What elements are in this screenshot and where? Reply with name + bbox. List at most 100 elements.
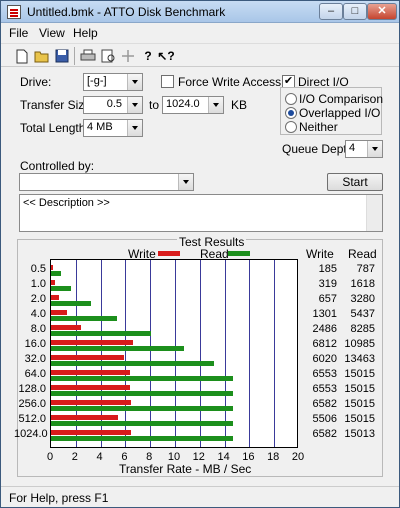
- read-value: 8285: [350, 322, 375, 335]
- toolbar: ? ↖?: [1, 43, 399, 67]
- read-bar: [51, 270, 61, 276]
- transfer-from-value: 0.5: [106, 98, 122, 110]
- chevron-down-icon: [127, 120, 142, 136]
- force-write-label: Force Write Access: [178, 75, 282, 89]
- minimize-button[interactable]: –: [319, 3, 343, 20]
- read-value: 787: [356, 262, 375, 275]
- radio-neither-label: Neither: [299, 120, 338, 134]
- kb-label: KB: [231, 98, 248, 112]
- total-length-select[interactable]: 4 MB: [83, 119, 143, 137]
- chevron-down-icon: [208, 97, 223, 113]
- description-textarea[interactable]: << Description >>: [19, 194, 383, 232]
- write-bar: [51, 324, 82, 330]
- y-tick-label: 256.0: [18, 397, 46, 410]
- read-value: 15015: [344, 382, 375, 395]
- chevron-down-icon: [127, 97, 142, 113]
- drive-label: Drive:: [20, 75, 52, 89]
- drive-select[interactable]: [-g-]: [83, 73, 143, 91]
- legend-write-swatch: [158, 251, 180, 256]
- move-icon[interactable]: [119, 47, 137, 65]
- y-tick-label: 1024.0: [14, 427, 48, 440]
- write-value: 319: [318, 277, 337, 290]
- grid-line: [175, 260, 176, 447]
- queue-depth-select[interactable]: 4: [345, 140, 383, 158]
- open-icon[interactable]: [33, 47, 51, 65]
- read-value: 1618: [350, 277, 375, 290]
- write-bar: [51, 399, 131, 405]
- read-bar: [51, 345, 185, 351]
- read-bar: [51, 285, 71, 291]
- menu-bar: File View Help: [1, 23, 399, 42]
- read-value: 15015: [344, 397, 375, 410]
- read-bar: [51, 300, 91, 306]
- legend-read-swatch: [228, 251, 250, 256]
- read-bar: [51, 315, 117, 321]
- print-icon[interactable]: [79, 47, 97, 65]
- menu-help[interactable]: Help: [73, 26, 98, 40]
- write-bar: [51, 354, 124, 360]
- to-label: to: [149, 98, 160, 112]
- queue-depth-value: 4: [349, 142, 356, 154]
- write-bar: [51, 414, 118, 420]
- read-value: 10985: [344, 337, 375, 350]
- write-value: 6582: [312, 397, 337, 410]
- write-value: 6553: [312, 382, 337, 395]
- radio-neither[interactable]: [285, 121, 297, 133]
- y-tick-label: 64.0: [24, 367, 46, 380]
- grid-line: [150, 260, 152, 447]
- write-value: 2486: [312, 322, 337, 335]
- transfer-to-select[interactable]: 1024.0: [162, 96, 224, 114]
- title-bar[interactable]: Untitled.bmk - ATTO Disk Benchmark – □ ✕: [1, 1, 399, 23]
- new-icon[interactable]: [13, 47, 31, 65]
- read-value: 15015: [344, 412, 375, 425]
- chevron-down-icon: [367, 141, 382, 157]
- write-value: 657: [318, 292, 337, 305]
- print-preview-icon[interactable]: [99, 47, 117, 65]
- maximize-button[interactable]: □: [343, 3, 367, 20]
- write-value: 6812: [312, 337, 337, 350]
- radio-overlapped-io-label: Overlapped I/O: [299, 106, 381, 120]
- write-bar: [51, 309, 67, 315]
- y-tick-label: 2.0: [30, 292, 46, 305]
- grid-line: [125, 260, 127, 447]
- context-help-icon[interactable]: ↖?: [157, 47, 175, 65]
- chevron-down-icon: [178, 174, 193, 190]
- help-icon[interactable]: ?: [139, 47, 157, 65]
- read-bar: [51, 405, 233, 411]
- x-axis-title: Transfer Rate - MB / Sec: [119, 462, 252, 476]
- grid-line: [224, 260, 226, 447]
- start-label: Start: [342, 175, 368, 189]
- x-tick-label: 2: [71, 451, 78, 463]
- app-icon: [7, 5, 21, 19]
- write-value: 6553: [312, 367, 337, 380]
- description-scrollbar[interactable]: [366, 195, 382, 231]
- controlled-by-select[interactable]: [19, 173, 194, 191]
- start-button[interactable]: Start: [327, 173, 383, 191]
- write-bar: [51, 264, 54, 270]
- description-text: << Description >>: [23, 197, 110, 209]
- toolbar-separator: [74, 47, 75, 65]
- drive-value: [-g-]: [87, 75, 107, 87]
- radio-overlapped-io[interactable]: [285, 107, 297, 119]
- radio-io-comparison-label: I/O Comparison: [299, 92, 384, 106]
- transfer-from-select[interactable]: 0.5: [83, 96, 143, 114]
- radio-io-comparison[interactable]: [285, 93, 297, 105]
- y-tick-label: 16.0: [24, 337, 46, 350]
- y-tick-label: 128.0: [18, 382, 46, 395]
- x-tick-label: 0: [46, 451, 54, 463]
- menu-file[interactable]: File: [9, 26, 28, 40]
- read-value: 15015: [344, 367, 375, 380]
- x-tick-label: 4: [96, 451, 103, 463]
- force-write-checkbox[interactable]: [161, 75, 174, 88]
- controlled-by-label: Controlled by:: [20, 159, 95, 173]
- app-window: Untitled.bmk - ATTO Disk Benchmark – □ ✕…: [0, 0, 400, 508]
- save-icon[interactable]: [53, 47, 71, 65]
- chart-plot-area: [50, 259, 298, 448]
- write-bar: [51, 429, 131, 435]
- read-value: 5437: [350, 307, 375, 320]
- menu-view[interactable]: View: [39, 26, 65, 40]
- write-value: 5506: [312, 412, 337, 425]
- close-button[interactable]: ✕: [367, 3, 397, 20]
- read-bar: [51, 360, 215, 366]
- read-bar: [51, 330, 152, 336]
